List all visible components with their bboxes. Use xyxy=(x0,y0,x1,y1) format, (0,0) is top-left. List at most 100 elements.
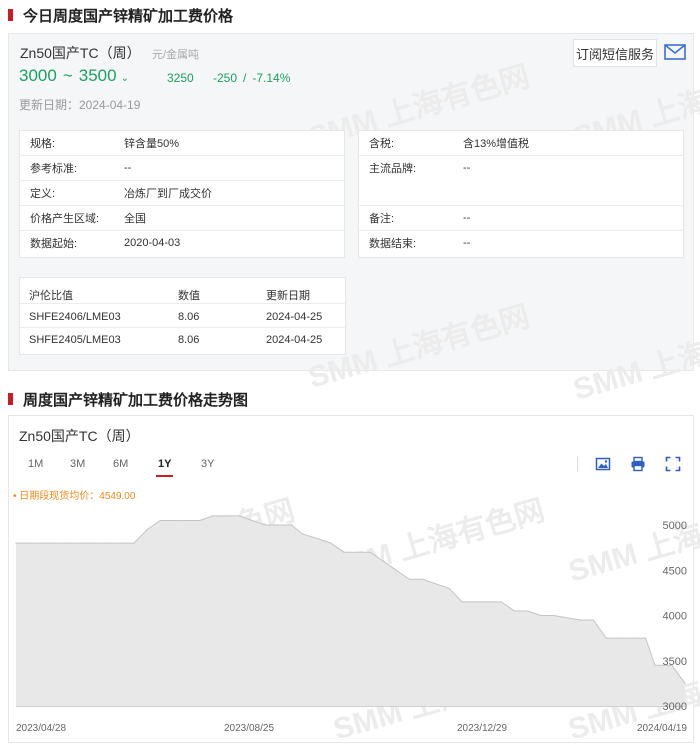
data-point[interactable] xyxy=(553,614,555,617)
data-point[interactable] xyxy=(159,519,161,522)
data-point[interactable] xyxy=(81,542,83,544)
x-tick-label: 2024/04/19 xyxy=(637,723,687,734)
data-point[interactable] xyxy=(395,569,397,571)
data-point[interactable] xyxy=(592,619,594,621)
price-high: 3500 xyxy=(78,66,117,85)
data-point[interactable] xyxy=(500,601,502,603)
section-title: 周度国产锌精矿加工费价格走势图 xyxy=(23,391,249,409)
data-point[interactable] xyxy=(185,519,188,522)
data-point[interactable] xyxy=(212,515,214,517)
data-point[interactable] xyxy=(302,533,304,535)
attr-key: 数据结束: xyxy=(369,238,417,250)
data-point[interactable] xyxy=(225,515,227,517)
attr-row: 备注: -- xyxy=(369,206,470,230)
data-point[interactable] xyxy=(369,551,371,553)
data-point[interactable] xyxy=(133,542,135,544)
data-point[interactable] xyxy=(513,610,516,612)
change-percent: -7.14% xyxy=(252,71,291,85)
data-point[interactable] xyxy=(343,551,345,553)
table-cell: 8.06 xyxy=(178,334,200,346)
attr-key: 数据起始: xyxy=(30,238,78,250)
data-point[interactable] xyxy=(317,538,319,540)
attr-row: 规格: 锌含量50% xyxy=(30,131,179,155)
attr-value: 锌含量50% xyxy=(124,138,180,150)
data-point[interactable] xyxy=(238,515,240,517)
attr-key: 含税: xyxy=(369,138,395,150)
price-range: 3000 ~3500 ⌄ xyxy=(19,66,129,86)
data-point[interactable] xyxy=(618,637,621,639)
data-point[interactable] xyxy=(251,519,253,522)
section-title: 今日周度国产锌精矿加工费价格 xyxy=(23,7,234,25)
data-point[interactable] xyxy=(579,619,581,621)
data-point[interactable] xyxy=(94,542,96,544)
watermark: SMM 上海有色网 xyxy=(569,312,700,407)
data-point[interactable] xyxy=(631,637,634,639)
data-point[interactable] xyxy=(107,542,109,544)
data-point[interactable] xyxy=(264,524,266,526)
attr-row: 主流品牌: -- xyxy=(369,156,470,180)
update-date: 更新日期：2024-04-19 xyxy=(19,98,141,112)
data-point[interactable] xyxy=(382,560,384,562)
data-point[interactable] xyxy=(645,637,647,639)
price-info-panel: SMM 上海有色网 SMM 上海有色网 SMM 上海有色网 SMM 上海有色网 … xyxy=(8,33,700,407)
attr-key: 定义: xyxy=(30,188,56,200)
attr-value: -- xyxy=(463,237,471,249)
data-point[interactable] xyxy=(461,601,463,603)
attr-row: 参考标准: -- xyxy=(30,156,131,180)
attr-value: 全国 xyxy=(124,213,146,225)
attr-key: 价格产生区域: xyxy=(30,213,100,225)
attr-key: 主流品牌: xyxy=(369,163,417,175)
table-header: 数值 xyxy=(178,290,200,302)
data-point[interactable] xyxy=(28,542,30,544)
data-point[interactable] xyxy=(146,528,148,531)
attr-row: 含税: 含13%增值税 xyxy=(369,131,529,155)
data-point[interactable] xyxy=(605,637,607,639)
data-point[interactable] xyxy=(435,583,437,585)
trend-chart-panel: Zn50国产TC（周） 1M 3M 6M 1Y 3Y • 日期段现货均价：454… xyxy=(8,415,700,747)
data-point[interactable] xyxy=(172,519,174,522)
data-point[interactable] xyxy=(684,682,686,684)
data-point[interactable] xyxy=(290,524,293,526)
attributes-right: 含税: 含13%增值税 主流品牌: -- 备注: -- 数据结束: -- xyxy=(358,130,684,258)
row-divider xyxy=(20,327,345,328)
attr-value: -- xyxy=(463,212,471,224)
data-point[interactable] xyxy=(422,578,424,580)
data-point[interactable] xyxy=(474,601,476,603)
data-point[interactable] xyxy=(356,551,358,553)
section-accent-bar xyxy=(8,9,13,21)
data-point[interactable] xyxy=(654,664,656,666)
data-point[interactable] xyxy=(527,610,529,612)
price-range-tilde: ~ xyxy=(62,66,73,85)
product-name: Zn50国产TC（周） xyxy=(20,45,141,61)
data-point[interactable] xyxy=(199,519,201,522)
x-tick-label: 2023/08/25 xyxy=(224,723,274,734)
attributes-left: 规格: 锌含量50% 参考标准: -- 定义: 冶炼厂到厂成交价 价格产生区域: 全国 … xyxy=(19,130,345,258)
price-unit: 元/金属吨 xyxy=(152,49,200,61)
data-point[interactable] xyxy=(120,542,122,544)
subscribe-sms-button[interactable]: 订阅短信服务 xyxy=(573,39,657,67)
chevron-down-icon: ⌄ xyxy=(120,73,129,84)
data-point[interactable] xyxy=(330,542,332,544)
table-cell: 2024-04-25 xyxy=(266,334,323,346)
data-point[interactable] xyxy=(54,542,57,544)
mail-icon[interactable] xyxy=(664,43,686,61)
data-point[interactable] xyxy=(15,542,17,544)
attr-value: 冶炼厂到厂成交价 xyxy=(124,188,212,200)
price-low: 3000 xyxy=(19,66,57,85)
data-point[interactable] xyxy=(408,578,411,580)
y-tick-label: 4500 xyxy=(663,565,687,577)
attr-key: 备注: xyxy=(369,213,395,225)
data-point[interactable] xyxy=(41,542,43,544)
shfe-lme-ratio-table: 沪伦比值 数值 更新日期 SHFE2406/LME03 8.06 2024-04… xyxy=(19,277,346,355)
data-point[interactable] xyxy=(540,614,542,617)
table-cell: 2024-04-25 xyxy=(266,311,323,323)
price-change: -250 / -7.14% xyxy=(213,71,290,85)
price-trend-chart: 3000 3500 4000 4500 5000 2023/04/28 2023/08/25… xyxy=(15,515,687,734)
y-tick-label: 3000 xyxy=(663,701,687,713)
attr-row: 数据结束: -- xyxy=(369,231,470,255)
data-point[interactable] xyxy=(448,587,450,589)
data-point[interactable] xyxy=(277,524,279,526)
data-point[interactable] xyxy=(487,601,489,603)
data-point[interactable] xyxy=(67,542,70,544)
attr-value: -- xyxy=(124,162,132,174)
